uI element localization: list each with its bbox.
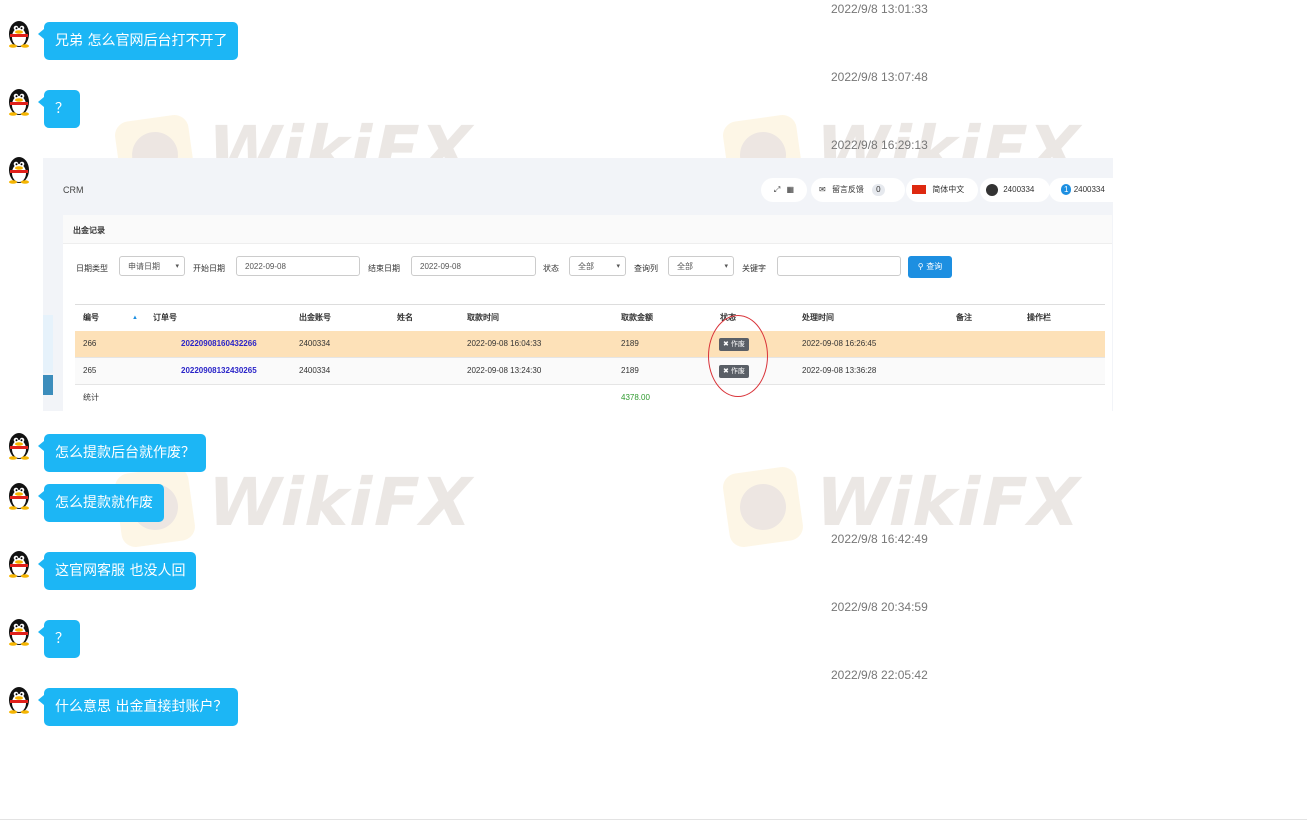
chevron-down-icon: ▾ [175,263,179,270]
china-flag-icon [912,185,926,195]
fullscreen-icon[interactable]: ⤢ [774,178,780,202]
search-button[interactable]: ⚲ 查询 [908,256,952,278]
message-timestamp: 2022/9/8 13:01:33 [831,2,928,16]
language-selector[interactable]: 简体中文 [906,178,978,202]
image-message[interactable]: CRM ⤢ ▦ ✉ 留言反馈 0 简体中文 2400334 1 2400334 … [43,158,1113,411]
message-bubble[interactable]: 怎么提款就作废 [38,484,164,522]
message-timestamp: 2022/9/8 22:05:42 [831,668,928,682]
account-label: 2400334 [1003,185,1035,194]
column-header[interactable]: 操作栏 [1027,305,1051,331]
divider [0,819,1307,820]
column-header[interactable]: 订单号 [153,305,177,331]
penguin-avatar-icon[interactable] [4,154,34,184]
table-total-row: 统计 4378.00 [75,385,1105,411]
toolbar-view-toggles[interactable]: ⤢ ▦ [761,178,807,202]
query-column-label: 查询列 [634,264,658,273]
feedback-label: 留言反馈 [831,185,864,194]
message-timestamp: 2022/9/8 16:42:49 [831,532,928,546]
message-bubble[interactable]: 怎么提款后台就作废？ [38,434,206,472]
status-select[interactable]: 全部 ▾ [569,256,626,276]
notification-account[interactable]: 1 2400334 [1049,178,1113,202]
wikifx-logo-icon [721,465,805,549]
column-header[interactable]: 取款时间 [467,305,499,331]
message-timestamp: 2022/9/8 13:07:48 [831,70,928,84]
end-date-label: 结束日期 [368,264,400,273]
penguin-avatar-icon[interactable] [4,430,34,460]
column-header[interactable]: 备注 [956,305,972,331]
total-amount: 4378.00 [621,393,650,402]
message-bubble[interactable]: 这官网客服 也没人回 [37,552,197,590]
date-type-select[interactable]: 申请日期 ▾ [119,256,185,276]
sort-asc-icon[interactable]: ▲ [132,305,138,331]
date-type-label: 日期类型 [76,264,108,273]
message-bubble[interactable]: ？ [38,90,80,128]
crm-app-name: CRM [63,185,84,195]
table-row[interactable]: 265 20220908132430265 2400334 2022-09-08… [75,358,1105,385]
annotation-circle [708,315,768,397]
penguin-avatar-icon[interactable] [4,684,34,714]
user-account-menu[interactable]: 2400334 [980,178,1050,202]
grid-icon[interactable]: ▦ [787,178,795,202]
start-date-input[interactable]: 2022-09-08 [236,256,360,276]
message-bubble[interactable]: ？ [38,620,80,658]
penguin-avatar-icon[interactable] [4,616,34,646]
sidebar-edge [43,158,53,411]
column-header[interactable]: 取款金额 [621,305,653,331]
account-label-2: 2400334 [1073,185,1105,194]
penguin-avatar-icon[interactable] [4,86,34,116]
column-header[interactable]: 编号 [83,305,99,331]
column-header[interactable]: 出金账号 [299,305,331,331]
message-timestamp: 2022/9/8 16:29:13 [831,138,928,152]
keyword-input[interactable] [777,256,901,276]
search-icon: ⚲ [917,262,924,271]
penguin-avatar-icon[interactable] [4,480,34,510]
column-header[interactable]: 处理时间 [802,305,834,331]
table-row[interactable]: 266 20220908160432266 2400334 2022-09-08… [75,331,1105,358]
table-header: 编号 ▲ 订单号 出金账号 姓名 取款时间 取款金额 状态 处理时间 备注 操作… [75,304,1105,333]
feedback-count-badge: 0 [872,184,885,196]
start-date-label: 开始日期 [193,264,225,273]
language-label: 简体中文 [932,185,965,194]
order-link[interactable]: 20220908160432266 [181,331,257,357]
notification-badge: 1 [1061,184,1072,195]
keyword-label: 关键字 [742,264,766,273]
end-date-input[interactable]: 2022-09-08 [411,256,536,276]
message-timestamp: 2022/9/8 20:34:59 [831,600,928,614]
message-bubble[interactable]: 什么意思 出金直接封账户？ [37,688,239,726]
feedback-button[interactable]: ✉ 留言反馈 0 [811,178,905,202]
withdrawal-records-panel: 出金记录 日期类型 申请日期 ▾ 开始日期 2022-09-08 结束日期 202… [63,215,1112,411]
chevron-down-icon: ▾ [616,263,620,270]
status-filter-label: 状态 [543,264,559,273]
panel-title: 出金记录 [73,226,105,235]
order-link[interactable]: 20220908132430265 [181,358,257,384]
penguin-avatar-icon[interactable] [4,548,34,578]
column-header[interactable]: 姓名 [397,305,413,331]
query-column-select[interactable]: 全部 ▾ [668,256,734,276]
message-bubble[interactable]: 兄弟 怎么官网后台打不开了 [37,22,239,60]
mail-icon: ✉ [819,185,826,194]
user-icon [986,183,998,196]
chevron-down-icon: ▾ [724,263,728,270]
penguin-avatar-icon[interactable] [4,18,34,48]
